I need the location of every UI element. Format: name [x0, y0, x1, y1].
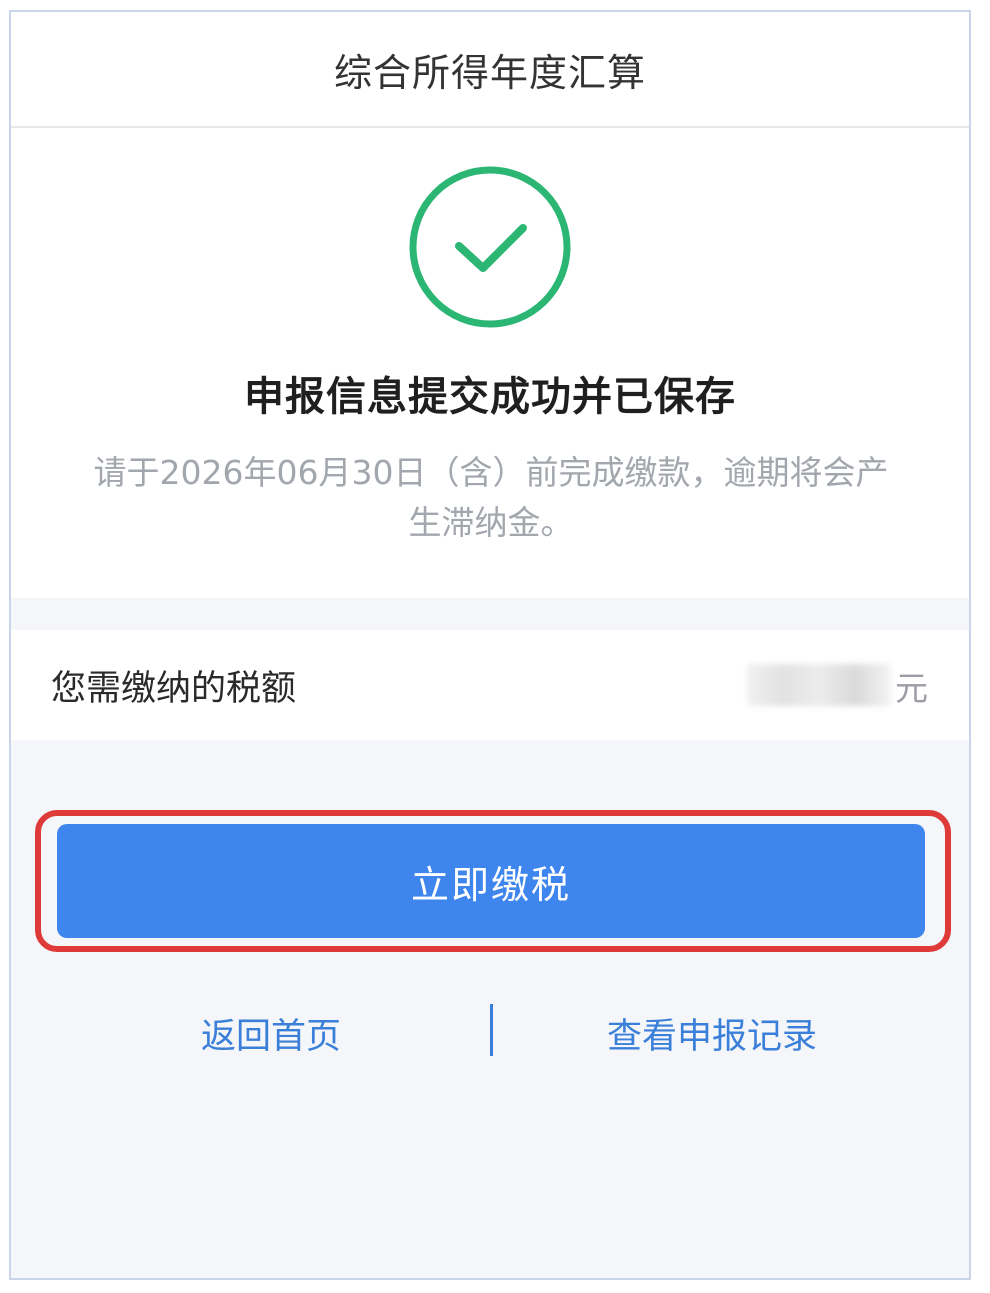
annotation-highlight-box	[35, 810, 951, 952]
success-title: 申报信息提交成功并已保存	[244, 374, 736, 420]
currency-unit: 元	[895, 669, 928, 708]
tax-due-row: 您需缴纳的税额 元	[11, 630, 969, 740]
tax-due-amount-blurred	[747, 664, 891, 706]
check-circle-icon	[409, 166, 571, 328]
back-to-home-link[interactable]: 返回首页	[201, 1008, 341, 1059]
page-title: 综合所得年度汇算	[333, 50, 646, 95]
app-window: 综合所得年度汇算 申报信息提交成功并已保存 请于2026年06月30日（含）前完…	[9, 10, 971, 1280]
links-divider	[490, 1004, 493, 1056]
view-filing-records-link[interactable]: 查看申报记录	[607, 1008, 817, 1059]
submission-result-panel: 申报信息提交成功并已保存 请于2026年06月30日（含）前完成缴款，逾期将会产…	[11, 128, 969, 598]
navigation-bar: 综合所得年度汇算	[11, 12, 969, 128]
secondary-links: 返回首页 查看申报记录	[11, 1004, 969, 1064]
tax-due-label: 您需缴纳的税额	[51, 669, 297, 709]
payment-deadline-notice: 请于2026年06月30日（含）前完成缴款，逾期将会产生滞纳金。	[93, 453, 889, 542]
